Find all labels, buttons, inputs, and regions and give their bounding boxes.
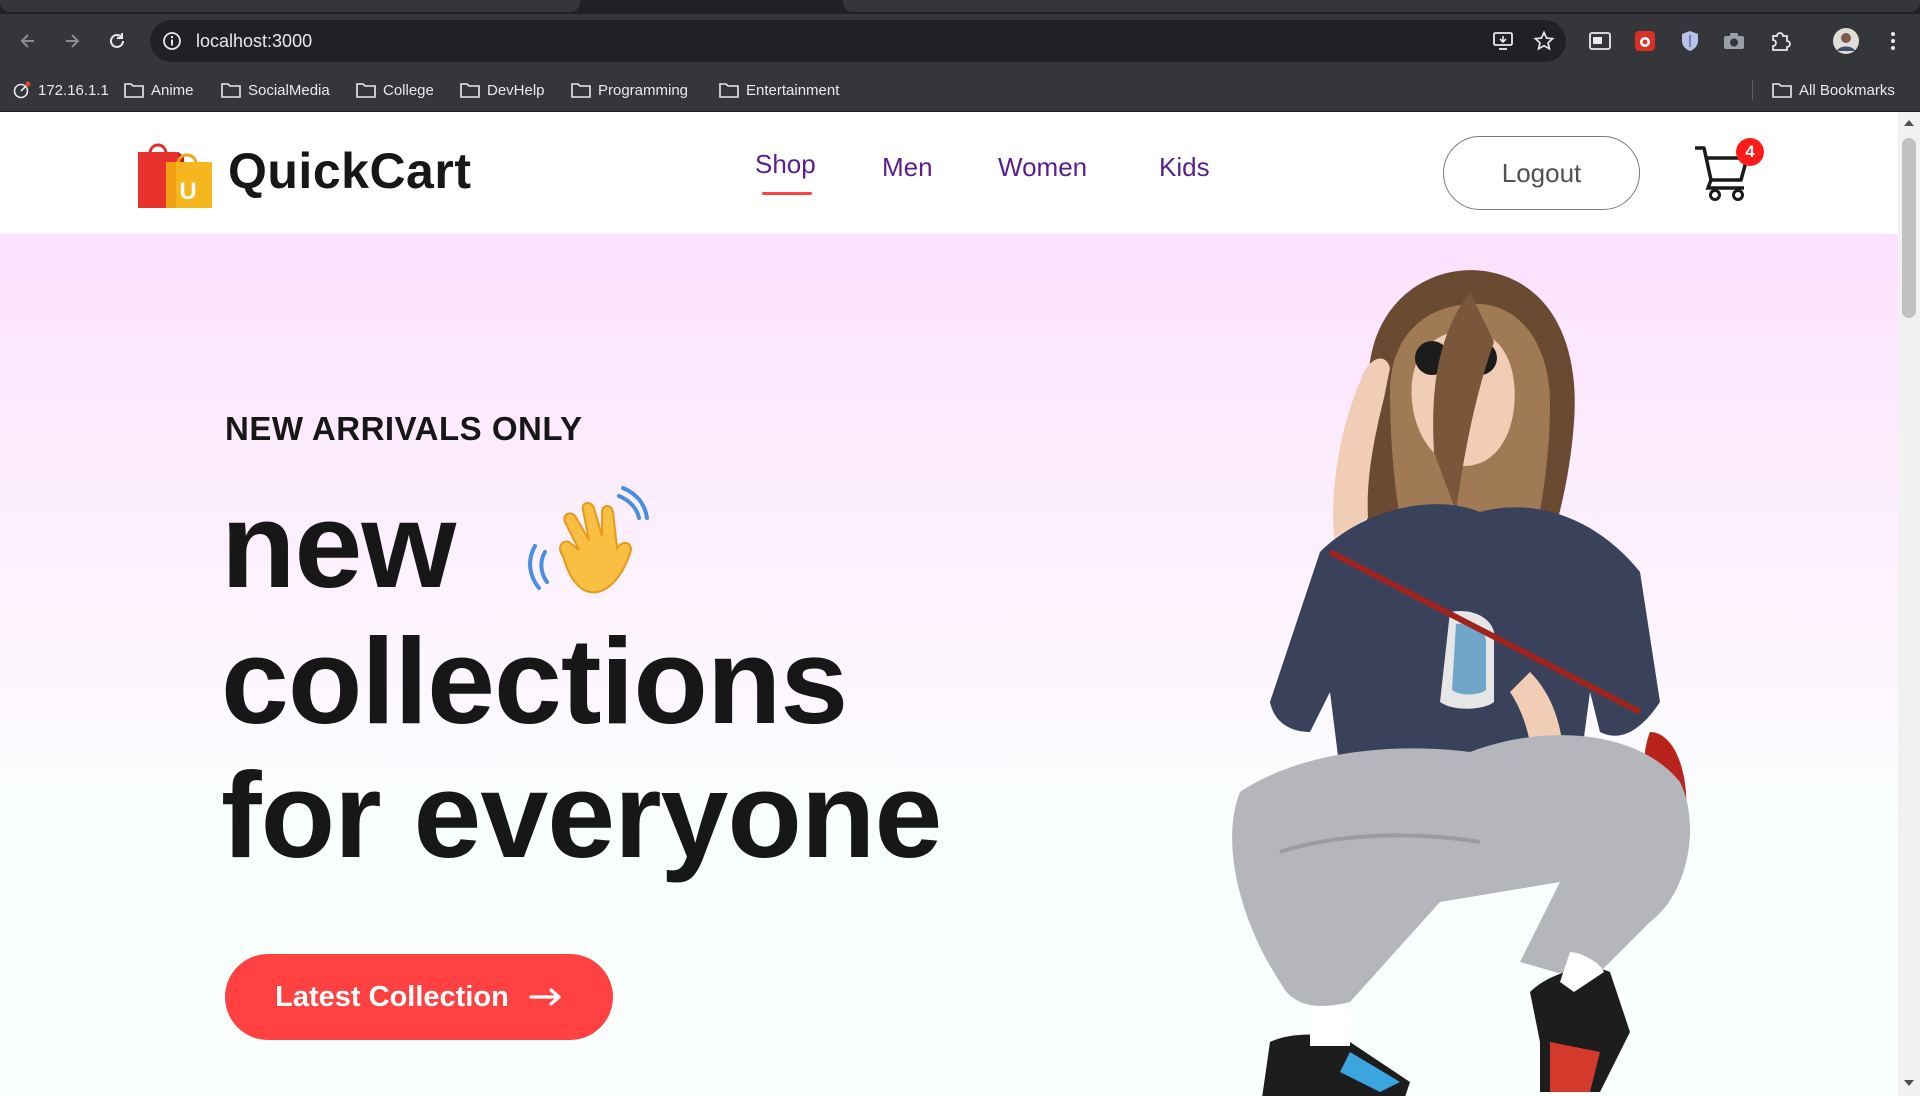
- forward-button[interactable]: [57, 26, 87, 56]
- logo-letter: U: [179, 178, 197, 205]
- bookmark-folder-anime[interactable]: Anime: [124, 78, 194, 102]
- nav-men[interactable]: Men: [882, 152, 933, 183]
- folder-icon: [356, 83, 376, 98]
- bookmark-label: 172.16.1.1: [38, 81, 109, 99]
- bookmark-label: Entertainment: [746, 81, 840, 99]
- bookmarks-bar: 172.16.1.1 Anime SocialMedia College Dev…: [0, 68, 1920, 112]
- extension-camera-icon[interactable]: [1721, 28, 1747, 54]
- folder-icon: [221, 83, 241, 98]
- back-arrow-icon: [20, 34, 34, 48]
- hero-headline-line-2: collections: [221, 613, 848, 749]
- bookmark-folder-devhelp[interactable]: DevHelp: [460, 78, 545, 102]
- hero-model-image: [1232, 270, 1690, 1096]
- tab-strip: [0, 0, 1920, 14]
- hero-section: NEW ARRIVALS ONLY new collections for ev…: [0, 234, 1898, 1096]
- browser-tab[interactable]: [843, 0, 1920, 12]
- web-page: U QuickCart Shop Men Women Kids Logout 4…: [0, 112, 1898, 1096]
- cart-count-badge: 4: [1736, 138, 1764, 166]
- bookmark-172-16-1-1[interactable]: 172.16.1.1: [13, 78, 109, 102]
- bookmark-folder-entertainment[interactable]: Entertainment: [719, 78, 839, 102]
- hero-headline-line-3: for everyone: [221, 747, 942, 883]
- bookmark-label: Programming: [598, 81, 689, 99]
- folder-icon: [719, 83, 739, 98]
- page-scrollbar[interactable]: [1898, 112, 1920, 1096]
- bookmark-label: DevHelp: [487, 81, 545, 99]
- site-info-icon[interactable]: [162, 31, 182, 51]
- all-bookmarks-button[interactable]: All Bookmarks: [1772, 78, 1895, 102]
- cta-label: Latest Collection: [275, 980, 509, 1013]
- bookmark-label: SocialMedia: [248, 81, 330, 99]
- bookmarks-divider: [1752, 80, 1753, 100]
- forward-arrow-icon: [66, 34, 80, 48]
- bookmark-label: College: [383, 81, 434, 99]
- back-button[interactable]: [13, 26, 43, 56]
- extension-shield-icon[interactable]: [1677, 28, 1703, 54]
- bookmark-folder-socialmedia[interactable]: SocialMedia: [221, 78, 330, 102]
- folder-icon: [124, 83, 144, 98]
- extensions-puzzle-icon[interactable]: [1767, 28, 1793, 54]
- bookmark-folder-programming[interactable]: Programming: [571, 78, 688, 102]
- scroll-up-arrow-icon[interactable]: [1904, 120, 1914, 126]
- site-favicon-icon: [13, 81, 31, 99]
- extension-picture-in-picture-icon[interactable]: [1587, 28, 1613, 54]
- bookmark-label: All Bookmarks: [1799, 81, 1895, 99]
- reload-button[interactable]: [102, 26, 132, 56]
- url-text[interactable]: localhost:3000: [196, 31, 312, 51]
- latest-collection-button[interactable]: Latest Collection: [225, 954, 613, 1040]
- profile-avatar-icon[interactable]: [1833, 28, 1859, 54]
- bookmark-label: Anime: [151, 81, 194, 99]
- hero-eyebrow: NEW ARRIVALS ONLY: [225, 410, 583, 447]
- hero-headline-line-1: new: [221, 477, 456, 613]
- address-bar[interactable]: localhost:3000: [150, 20, 1566, 62]
- install-app-icon[interactable]: [1492, 30, 1514, 52]
- folder-icon: [1772, 83, 1792, 98]
- folder-icon: [571, 83, 591, 98]
- waving-hand-icon: [528, 486, 649, 594]
- nav-women[interactable]: Women: [998, 152, 1087, 183]
- nav-kids[interactable]: Kids: [1159, 152, 1210, 183]
- nav-shop[interactable]: Shop: [755, 149, 816, 180]
- active-menu-indicator: [762, 192, 812, 195]
- reload-icon: [110, 33, 124, 48]
- brand-name[interactable]: QuickCart: [228, 142, 471, 200]
- bookmark-folder-college[interactable]: College: [356, 78, 434, 102]
- browser-toolbar: localhost:3000: [0, 14, 1920, 68]
- browser-menu-icon[interactable]: [1880, 28, 1906, 54]
- browser-tab[interactable]: [0, 0, 580, 12]
- scroll-down-arrow-icon[interactable]: [1904, 1080, 1914, 1086]
- scrollbar-thumb[interactable]: [1902, 138, 1916, 318]
- arrow-right-icon: [529, 988, 561, 1006]
- bookmark-star-icon[interactable]: [1533, 30, 1555, 52]
- folder-icon: [460, 83, 480, 98]
- logout-button[interactable]: Logout: [1443, 136, 1640, 210]
- extension-red-icon[interactable]: [1632, 28, 1658, 54]
- site-navbar: U QuickCart Shop Men Women Kids Logout 4: [0, 112, 1898, 234]
